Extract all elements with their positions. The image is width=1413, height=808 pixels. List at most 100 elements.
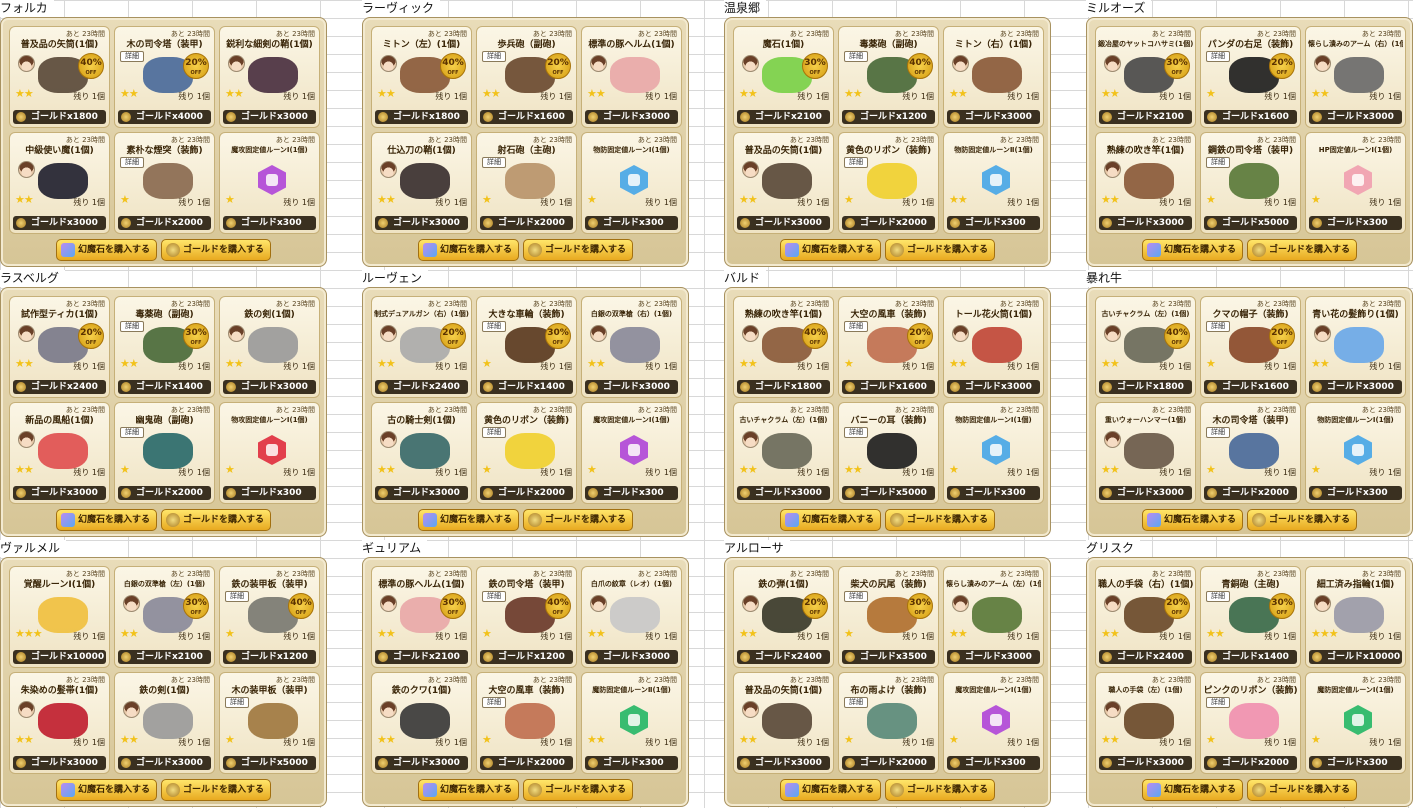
item-card[interactable]: あと 23時間 熟練の吹き竿(1個) 40% OFF ★★ 残り 1個 ゴールドx1800 [733,296,834,398]
item-card[interactable]: あと 23時間 新品の風船(1個) ★★ 残り 1個 ゴールドx3000 [9,402,110,504]
price-bar[interactable]: ゴールドx2100 [375,650,468,664]
price-bar[interactable]: ゴールドx3000 [13,486,106,500]
item-card[interactable]: あと 23時間 鋭利な細剣の鞘(1個) ★★ 残り 1個 ゴールドx3000 [219,26,320,128]
buy-gem-button[interactable]: 幻魔石を購入する [55,509,157,531]
detail-button[interactable]: 詳細 [482,591,506,602]
price-bar[interactable]: ゴールドx2000 [480,756,573,770]
price-bar[interactable]: ゴールドx10000 [13,650,106,664]
item-card[interactable]: あと 23時間 鉄の装甲板（装甲) 詳細 40% OFF ★ 残り 1個 ゴールドx1200 [219,566,320,668]
price-bar[interactable]: ゴールドx2100 [737,110,830,124]
price-bar[interactable]: ゴールドx3000 [1309,110,1402,124]
detail-button[interactable]: 詳細 [482,51,506,62]
price-bar[interactable]: ゴールドx3000 [13,216,106,230]
item-card[interactable]: あと 23時間 青銅砲（主砲) 詳細 30% OFF ★★ 残り 1個 ゴールドx1400 [1200,566,1301,668]
item-card[interactable]: あと 23時間 パンダの右足（装飾) 詳細 20% OFF ★ 残り 1個 ゴールドx1600 [1200,26,1301,128]
price-bar[interactable]: ゴールドx2400 [13,380,106,394]
price-bar[interactable]: ゴールドx10000 [1309,650,1402,664]
item-card[interactable]: あと 23時間 ピンクのリボン（装飾) 詳細 ★ 残り 1個 ゴールドx2000 [1200,672,1301,774]
item-card[interactable]: あと 23時間 職人の手袋（右）(1個) 20% OFF ★★ 残り 1個 ゴールドx240… [1095,566,1196,668]
buy-gold-button[interactable]: ゴールドを購入する [885,239,996,261]
item-card[interactable]: あと 23時間 バニーの耳（装飾) 詳細 ★★ 残り 1個 ゴールドx5000 [838,402,939,504]
price-bar[interactable]: ゴールドx300 [947,756,1040,770]
price-bar[interactable]: ゴールドx1400 [118,380,211,394]
detail-button[interactable]: 詳細 [120,51,144,62]
item-card[interactable]: あと 23時間 HP固定値ルーンⅠ(1個) ★ 残り 1個 ゴールドx300 [1305,132,1406,234]
buy-gem-button[interactable]: 幻魔石を購入する [1141,779,1243,801]
item-card[interactable]: あと 23時間 歩兵砲（副砲) 詳細 20% OFF ★★ 残り 1個 ゴールドx1600 [476,26,577,128]
price-bar[interactable]: ゴールドx3500 [842,650,935,664]
item-card[interactable]: あと 23時間 物攻固定値ルーンⅠ(1個) ★ 残り 1個 ゴールドx300 [219,402,320,504]
item-card[interactable]: あと 23時間 素朴な煙突（装飾) 詳細 ★ 残り 1個 ゴールドx2000 [114,132,215,234]
buy-gem-button[interactable]: 幻魔石を購入する [55,779,157,801]
price-bar[interactable]: ゴールドx1200 [223,650,316,664]
price-bar[interactable]: ゴールドx2000 [842,756,935,770]
detail-button[interactable]: 詳細 [844,697,868,708]
price-bar[interactable]: ゴールドx3000 [947,380,1040,394]
detail-button[interactable]: 詳細 [1206,51,1230,62]
item-card[interactable]: あと 23時間 布の雨よけ（装飾) 詳細 ★ 残り 1個 ゴールドx2000 [838,672,939,774]
detail-button[interactable]: 詳細 [482,427,506,438]
item-card[interactable]: あと 23時間 鉄のクワ(1個) ★★ 残り 1個 ゴールドx3000 [371,672,472,774]
item-card[interactable]: あと 23時間 試作型ティカ(1個) 20% OFF ★★ 残り 1個 ゴールドx2400 [9,296,110,398]
item-card[interactable]: あと 23時間 毒薬砲（副砲) 詳細 40% OFF ★★ 残り 1個 ゴールドx1200 [838,26,939,128]
item-card[interactable]: あと 23時間 木の司令塔（装甲) 詳細 20% OFF ★★ 残り 1個 ゴールドx4000 [114,26,215,128]
detail-button[interactable]: 詳細 [844,321,868,332]
price-bar[interactable]: ゴールドx300 [947,486,1040,500]
item-card[interactable]: あと 23時間 魔防固定値ルーンⅠ(1個) ★ 残り 1個 ゴールドx300 [1305,672,1406,774]
detail-button[interactable]: 詳細 [120,157,144,168]
buy-gem-button[interactable]: 幻魔石を購入する [55,239,157,261]
detail-button[interactable]: 詳細 [120,427,144,438]
price-bar[interactable]: ゴールドx2000 [480,216,573,230]
detail-button[interactable]: 詳細 [1206,697,1230,708]
item-card[interactable]: あと 23時間 古の騎士剣(1個) ★★ 残り 1個 ゴールドx3000 [371,402,472,504]
item-card[interactable]: あと 23時間 標準の豚ヘルム(1個) 30% OFF ★★ 残り 1個 ゴールドx2100 [371,566,472,668]
buy-gold-button[interactable]: ゴールドを購入する [523,239,634,261]
buy-gold-button[interactable]: ゴールドを購入する [1247,779,1358,801]
detail-button[interactable]: 詳細 [120,321,144,332]
buy-gem-button[interactable]: 幻魔石を購入する [417,779,519,801]
item-card[interactable]: あと 23時間 射石砲（主砲) 詳細 ★ 残り 1個 ゴールドx2000 [476,132,577,234]
buy-gold-button[interactable]: ゴールドを購入する [523,779,634,801]
item-card[interactable]: あと 23時間 鉄の剣(1個) ★★ 残り 1個 ゴールドx3000 [114,672,215,774]
item-card[interactable]: あと 23時間 細工済み指輪(1個) ★★★ 残り 1個 ゴールドx10000 [1305,566,1406,668]
buy-gold-button[interactable]: ゴールドを購入する [523,509,634,531]
price-bar[interactable]: ゴールドx3000 [1099,216,1192,230]
price-bar[interactable]: ゴールドx2000 [480,486,573,500]
detail-button[interactable]: 詳細 [482,157,506,168]
item-card[interactable]: あと 23時間 魔石(1個) 30% OFF ★★ 残り 1個 ゴールドx2100 [733,26,834,128]
price-bar[interactable]: ゴールドx1800 [1099,380,1192,394]
price-bar[interactable]: ゴールドx2000 [118,486,211,500]
item-card[interactable]: あと 23時間 柴犬の尻尾（装飾) 詳細 30% OFF ★ 残り 1個 ゴールドx3500 [838,566,939,668]
buy-gem-button[interactable]: 幻魔石を購入する [779,239,881,261]
item-card[interactable]: あと 23時間 古いチャクラム（左）(1個) 40% OFF ★★ 残り 1個 ゴールドx1… [1095,296,1196,398]
price-bar[interactable]: ゴールドx3000 [737,486,830,500]
buy-gold-button[interactable]: ゴールドを購入する [1247,239,1358,261]
price-bar[interactable]: ゴールドx1600 [1204,110,1297,124]
price-bar[interactable]: ゴールドx3000 [585,380,678,394]
item-card[interactable]: あと 23時間 普及品の矢筒(1個) 40% OFF ★★ 残り 1個 ゴールドx1800 [9,26,110,128]
item-card[interactable]: あと 23時間 重いウォーハンマー(1個) ★★ 残り 1個 ゴールドx3000 [1095,402,1196,504]
item-card[interactable]: あと 23時間 普及品の矢筒(1個) ★★ 残り 1個 ゴールドx3000 [733,132,834,234]
price-bar[interactable]: ゴールドx5000 [223,756,316,770]
item-card[interactable]: あと 23時間 物防固定値ルーンⅠ(1個) ★ 残り 1個 ゴールドx300 [943,402,1044,504]
price-bar[interactable]: ゴールドx1800 [737,380,830,394]
buy-gold-button[interactable]: ゴールドを購入する [161,779,272,801]
price-bar[interactable]: ゴールドx300 [947,216,1040,230]
detail-button[interactable]: 詳細 [225,697,249,708]
buy-gem-button[interactable]: 幻魔石を購入する [1141,509,1243,531]
detail-button[interactable]: 詳細 [844,591,868,602]
item-card[interactable]: あと 23時間 トール花火筒(1個) ★★ 残り 1個 ゴールドx3000 [943,296,1044,398]
item-card[interactable]: あと 23時間 物防固定値ルーンⅡ(1個) ★★ 残り 1個 ゴールドx300 [943,132,1044,234]
buy-gold-button[interactable]: ゴールドを購入する [885,779,996,801]
price-bar[interactable]: ゴールドx3000 [13,756,106,770]
item-card[interactable]: あと 23時間 普及品の矢筒(1個) ★★ 残り 1個 ゴールドx3000 [733,672,834,774]
price-bar[interactable]: ゴールドx5000 [842,486,935,500]
price-bar[interactable]: ゴールドx300 [223,216,316,230]
price-bar[interactable]: ゴールドx300 [585,216,678,230]
item-card[interactable]: あと 23時間 大空の風車（装飾) 詳細 20% OFF ★ 残り 1個 ゴールドx1600 [838,296,939,398]
item-card[interactable]: あと 23時間 仕込刀の鞘(1個) ★★ 残り 1個 ゴールドx3000 [371,132,472,234]
price-bar[interactable]: ゴールドx3000 [1099,756,1192,770]
price-bar[interactable]: ゴールドx1200 [480,650,573,664]
price-bar[interactable]: ゴールドx2400 [375,380,468,394]
item-card[interactable]: あと 23時間 魔攻固定値ルーンⅠ(1個) ★ 残り 1個 ゴールドx300 [581,402,682,504]
